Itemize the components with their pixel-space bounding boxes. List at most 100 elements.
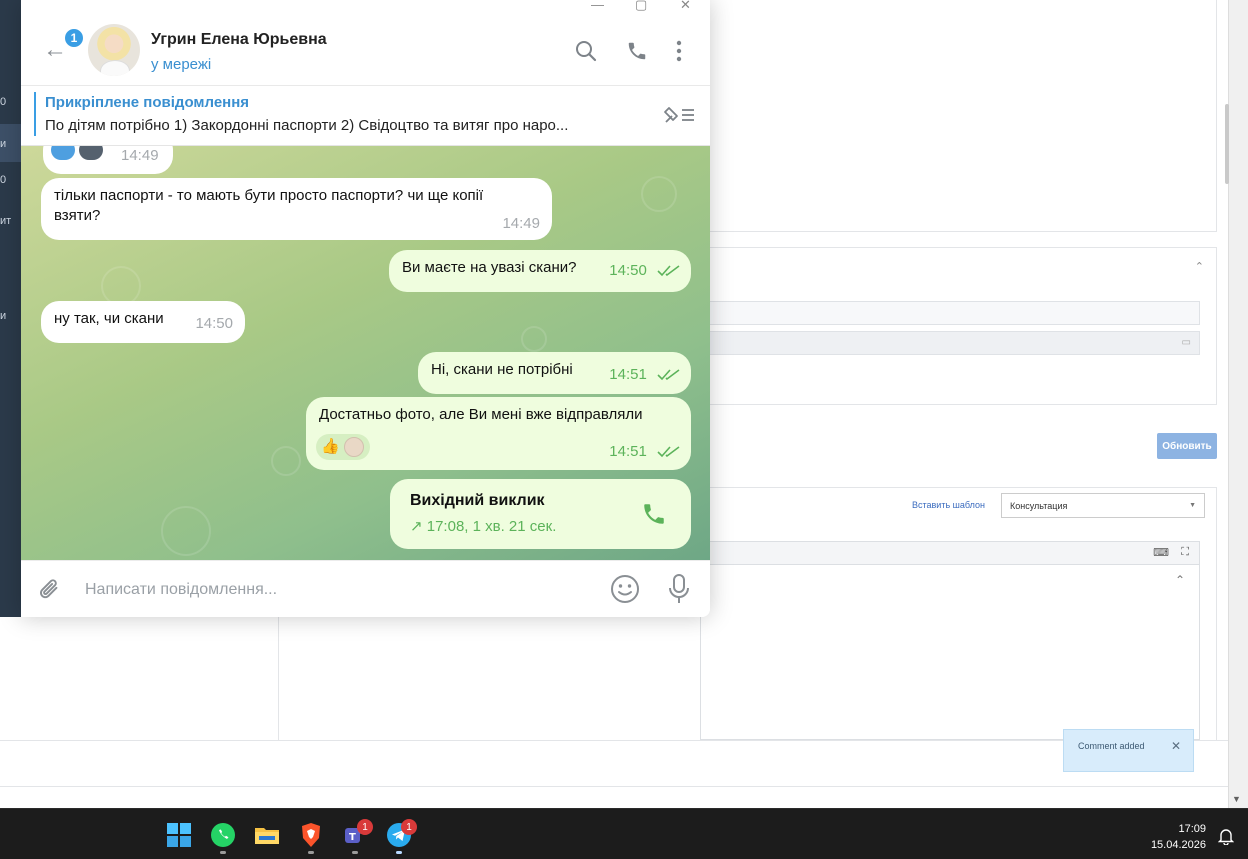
sidebar-item-fragment[interactable]: ит — [0, 215, 11, 227]
call-title: Вихідний виклик — [410, 492, 545, 509]
template-select-value: Консультация — [1010, 501, 1068, 511]
telegram-window: — ▢ ✕ ← 1 Угрин Елена Юрьевна у мережі П… — [21, 0, 710, 617]
running-indicator — [308, 851, 314, 854]
pinned-message[interactable]: Прикріплене повідомлення По дітям потріб… — [21, 86, 710, 146]
maximize-icon[interactable]: ▢ — [635, 0, 647, 13]
teams-badge: 1 — [357, 819, 373, 835]
chevron-up-icon[interactable]: ⌃ — [1175, 573, 1185, 587]
toast-notification: Comment added ✕ — [1063, 729, 1194, 772]
running-indicator — [220, 851, 226, 854]
double-check-icon — [657, 369, 680, 381]
reaction-avatar — [343, 437, 364, 457]
emoji-icon[interactable] — [610, 574, 640, 604]
microphone-icon[interactable] — [669, 574, 689, 604]
message-text: тільки паспорти - то мають бути просто п… — [54, 187, 484, 224]
crm-text-input[interactable] — [700, 301, 1200, 325]
template-select[interactable]: Консультация ▼ — [1001, 493, 1205, 518]
double-check-icon — [657, 446, 680, 458]
wallpaper-doodle — [641, 176, 677, 212]
message-text: Достатньо фото, але Ви мені вже відправл… — [319, 406, 643, 423]
message-time: 14:50 — [609, 262, 647, 279]
message-incoming[interactable]: 14:49 — [43, 146, 173, 174]
close-window-icon[interactable]: ✕ — [680, 0, 691, 13]
refresh-button[interactable]: Обновить — [1157, 433, 1217, 459]
page-scrollbar[interactable] — [1228, 0, 1248, 808]
unread-badge: 1 — [63, 27, 85, 49]
message-input[interactable]: Написати повідомлення... — [85, 581, 277, 599]
wallpaper-doodle — [521, 326, 547, 352]
chat-header: ← 1 Угрин Елена Юрьевна у мережі — [21, 18, 710, 86]
file-explorer-icon[interactable] — [253, 821, 281, 849]
keyboard-icon[interactable]: ⌨ — [1153, 546, 1169, 559]
scroll-down-arrow-icon[interactable]: ▼ — [1232, 794, 1241, 804]
divider — [0, 786, 1228, 787]
reaction-chip[interactable]: 👍 — [316, 434, 370, 460]
sidebar-item-fragment[interactable]: 0 — [0, 96, 6, 108]
sidebar-item-fragment[interactable]: и — [0, 310, 6, 322]
message-outgoing[interactable]: Достатньо фото, але Ви мені вже відправл… — [306, 397, 691, 470]
pinned-accent-bar — [34, 92, 36, 136]
brave-browser-icon[interactable] — [297, 821, 325, 849]
crm-footer — [0, 741, 1228, 786]
reaction-avatar — [79, 146, 103, 160]
windows-taskbar: T 1 1 17:09 15.04.2026 — [0, 808, 1248, 859]
message-time: 14:50 — [195, 315, 233, 332]
crm-form-panel: ⌃ — [700, 247, 1217, 405]
wallpaper-doodle — [271, 446, 301, 476]
scrollbar-thumb[interactable] — [1225, 104, 1229, 184]
message-composer: Написати повідомлення... — [21, 560, 710, 617]
sidebar-item-fragment[interactable]: и — [0, 138, 6, 150]
message-time: 14:51 — [609, 366, 647, 383]
windows-start-icon[interactable] — [165, 821, 193, 849]
comment-editor[interactable]: ⌃ — [700, 565, 1200, 740]
telegram-badge: 1 — [401, 819, 417, 835]
contact-status: у мережі — [151, 56, 212, 73]
clock-date: 15.04.2026 — [1150, 839, 1206, 851]
pinned-text: По дітям потрібно 1) Закордонні паспорти… — [45, 117, 569, 134]
outgoing-arrow-icon: ↗ — [410, 518, 423, 535]
message-time: 14:51 — [609, 443, 647, 460]
attach-icon[interactable] — [37, 576, 63, 604]
crm-top-panel — [700, 0, 1217, 232]
insert-template-link[interactable]: Вставить шаблон — [912, 500, 985, 510]
window-titlebar: — ▢ ✕ — [21, 0, 710, 18]
double-check-icon — [657, 265, 680, 277]
call-detail: 17:08, 1 хв. 21 сек. — [426, 518, 557, 535]
crm-date-input[interactable]: ▭ — [700, 331, 1200, 355]
toast-text: Comment added — [1078, 741, 1145, 751]
clock-time: 17:09 — [1178, 823, 1206, 835]
whatsapp-icon[interactable] — [209, 821, 237, 849]
calendar-icon[interactable]: ▭ — [1182, 337, 1191, 348]
message-text: ну так, чи скани — [54, 310, 164, 327]
contact-name[interactable]: Угрин Елена Юрьевна — [151, 31, 327, 49]
notification-bell-icon[interactable] — [1218, 827, 1234, 845]
chat-history[interactable]: 14:49 тільки паспорти - то мають бути пр… — [21, 146, 710, 560]
pinned-list-icon[interactable] — [662, 104, 696, 126]
reaction-chip[interactable] — [51, 146, 75, 160]
crm-sidebar: 0 и 0 ит и — [0, 0, 21, 617]
collapse-chevron-icon[interactable]: ⌃ — [1195, 260, 1204, 273]
call-phone-icon[interactable] — [641, 501, 667, 527]
svg-text:T: T — [349, 832, 356, 843]
message-outgoing[interactable]: Ні, скани не потрібні 14:51 — [418, 352, 691, 394]
wallpaper-doodle — [161, 506, 211, 556]
close-icon[interactable]: ✕ — [1171, 739, 1181, 753]
minimize-icon[interactable]: — — [591, 0, 604, 12]
running-indicator — [352, 851, 358, 854]
search-icon[interactable] — [575, 40, 597, 62]
message-outgoing[interactable]: Ви маєте на увазі скани? 14:50 — [389, 250, 691, 292]
sidebar-item-fragment[interactable]: 0 — [0, 174, 6, 186]
avatar[interactable] — [88, 24, 140, 76]
message-incoming[interactable]: ну так, чи скани 14:50 — [41, 301, 245, 343]
call-message[interactable]: Вихідний виклик ↗ 17:08, 1 хв. 21 сек. — [390, 479, 691, 549]
system-clock[interactable]: 17:09 15.04.2026 — [1151, 821, 1206, 853]
running-indicator — [396, 851, 402, 854]
more-vertical-icon[interactable] — [675, 40, 683, 62]
pinned-title: Прикріплене повідомлення — [45, 94, 250, 111]
phone-icon[interactable] — [626, 40, 648, 62]
fullscreen-icon[interactable]: ⛶ — [1181, 546, 1189, 559]
editor-toolbar: ⌨ ⛶ — [700, 541, 1200, 565]
message-text: Ви маєте на увазі скани? — [402, 259, 577, 276]
message-text: Ні, скани не потрібні — [431, 361, 573, 378]
message-incoming[interactable]: тільки паспорти - то мають бути просто п… — [41, 178, 552, 240]
